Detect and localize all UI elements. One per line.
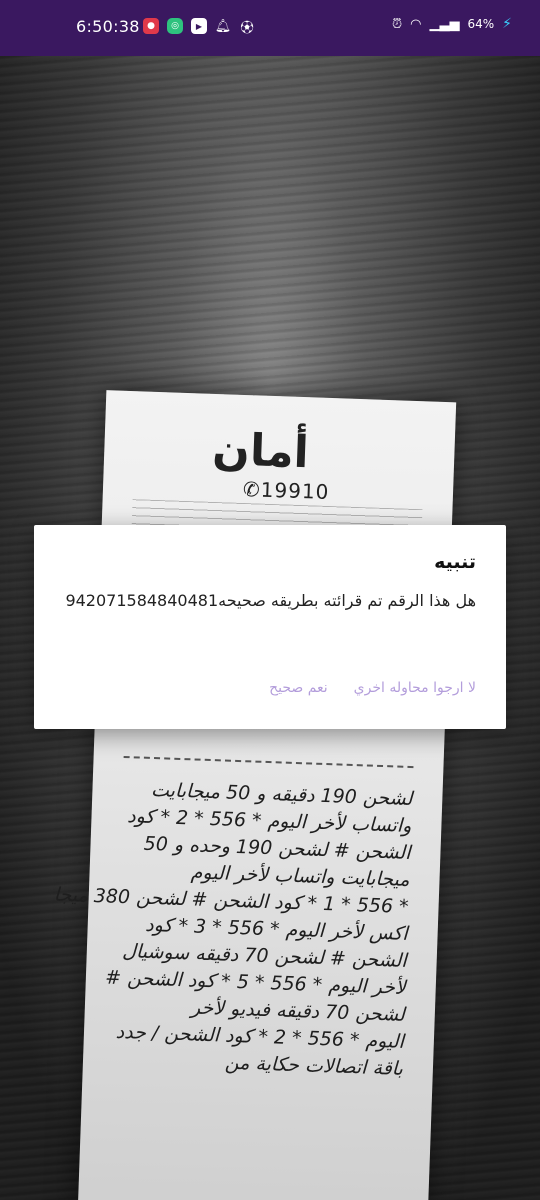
alarm-icon: ⏰︎	[392, 16, 403, 32]
status-time: 6:50:38	[76, 17, 140, 36]
signal-icon: ▁▃▅	[429, 16, 460, 32]
dialog-message: هل هذا الرقم تم قرائته بطريقه صحيحه94207…	[65, 591, 476, 610]
system-icons: ⏰︎ ◠ ▁▃▅ 64% ⚡︎	[392, 16, 512, 32]
notification-bell-icon: 🔔︎	[214, 18, 232, 34]
dialog-title: تنبيه	[434, 551, 476, 573]
receipt-phone-number: 19910	[260, 477, 330, 504]
dialog-actions: نعم صحيح لا ارجوا محاوله اخري	[269, 680, 476, 696]
wifi-icon: ◠	[410, 16, 422, 32]
receipt-phone: ✆19910	[242, 476, 330, 504]
screen-record-icon: ●	[143, 18, 159, 34]
green-app-icon: ◎	[167, 18, 183, 34]
receipt-lines: لشحن 190 دقيقه و 50 ميجابايت واتساب لأخر…	[53, 776, 413, 1083]
youtube-icon: ▶	[191, 18, 207, 34]
alert-dialog: تنبيه هل هذا الرقم تم قرائته بطريقه صحيح…	[34, 525, 506, 729]
retry-button[interactable]: لا ارجوا محاوله اخري	[354, 680, 476, 696]
status-bar: 6:50:38 ● ◎ ▶ 🔔︎ ⚽︎ ⏰︎ ◠ ▁▃▅ 64% ⚡︎	[0, 0, 540, 56]
receipt-paper: أمان ✆19910 لشحن 190 دقيقه و 50 ميجابايت…	[53, 390, 457, 1200]
battery-charging-icon: ⚡︎	[502, 16, 512, 32]
receipt-divider	[123, 755, 414, 769]
soccer-ball-icon: ⚽︎	[240, 20, 254, 36]
battery-level: 64%	[467, 17, 495, 31]
notification-icons: ● ◎ ▶ 🔔︎ ⚽︎	[143, 18, 255, 36]
confirm-button[interactable]: نعم صحيح	[269, 680, 328, 696]
receipt-logo: أمان	[211, 423, 310, 479]
